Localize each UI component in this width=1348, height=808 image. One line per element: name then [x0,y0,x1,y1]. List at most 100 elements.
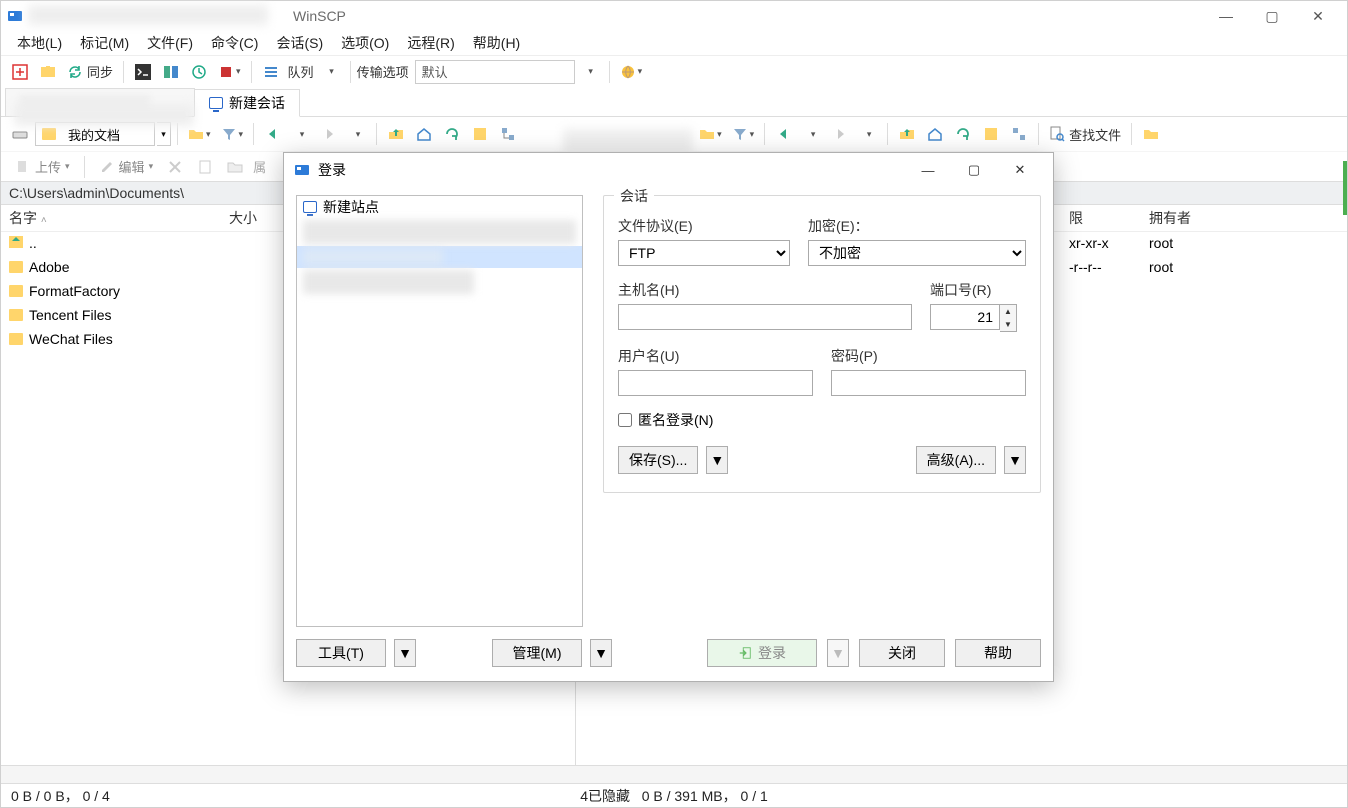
statusbar: 0 B / 0 B， 0 / 4 4已隐藏 0 B / 391 MB， 0 / … [1,783,1347,807]
queue-label[interactable]: 队列 [288,62,314,81]
new-site-item[interactable]: 新建站点 [297,196,582,218]
dialog-maximize[interactable]: ▢ [951,155,997,185]
remote-home-icon[interactable] [922,121,948,147]
login-button[interactable]: 登录 [707,639,817,667]
dialog-title: 登录 [318,160,346,180]
tools-dropdown[interactable]: ▼ [394,639,416,667]
site-item-redacted-2[interactable] [303,270,474,294]
remote-filter-icon[interactable] [728,121,759,147]
toolbar-queue-icon[interactable] [258,59,284,85]
host-input[interactable] [618,304,912,330]
remote-refresh-icon[interactable] [950,121,976,147]
login-icon [738,646,752,660]
col-name[interactable]: 名字 ˄ [1,205,221,231]
minimize-button[interactable]: — [1203,1,1249,31]
local-fwd-dd[interactable] [344,121,370,147]
remote-bookmark-icon[interactable] [978,121,1004,147]
toolbar-icon-1[interactable] [7,59,33,85]
queue-dropdown[interactable] [318,59,344,85]
user-input[interactable] [618,370,813,396]
local-forward-icon[interactable] [316,121,342,147]
pass-input[interactable] [831,370,1026,396]
remote-back-dd[interactable] [799,121,825,147]
menu-session[interactable]: 会话(S) [270,31,329,55]
tools-button[interactable]: 工具(T) [296,639,386,667]
delete-button[interactable] [163,157,187,177]
file-protocol-select[interactable]: FTP [618,240,790,266]
green-indicator [1343,161,1347,215]
dialog-footer: 工具(T) ▼ 管理(M) ▼ 登录 ▼ 关闭 帮助 [284,639,1053,681]
rcol-perm[interactable]: 限 [1061,205,1141,231]
remote-forward-icon[interactable] [827,121,853,147]
menubar: 本地(L) 标记(M) 文件(F) 命令(C) 会话(S) 选项(O) 远程(R… [1,31,1347,55]
remote-open-icon[interactable] [695,121,726,147]
encryption-select[interactable]: 不加密 [808,240,1026,266]
dialog-close[interactable]: ✕ [997,155,1043,185]
sync-button[interactable]: 同步 [63,59,117,85]
toolbar-icon-2[interactable] [35,59,61,85]
close-button[interactable]: ✕ [1295,1,1341,31]
local-tree-icon[interactable] [495,121,521,147]
rcol-owner[interactable]: 拥有者 [1141,205,1347,231]
props-button[interactable] [193,157,217,177]
login-dropdown[interactable]: ▼ [827,639,849,667]
remote-fwd-dd[interactable] [855,121,881,147]
toolbar-terminal-icon[interactable] [130,59,156,85]
save-dropdown[interactable]: ▼ [706,446,728,474]
remote-tree-icon[interactable] [1006,121,1032,147]
find-files-button[interactable]: 查找文件 [1045,121,1125,147]
remote-up-icon[interactable] [894,121,920,147]
newdir-button[interactable] [223,157,247,177]
edit-button[interactable]: 编辑 ▾ [95,155,158,178]
save-button[interactable]: 保存(S)... [618,446,698,474]
menu-mark[interactable]: 标记(M) [74,31,135,55]
site-list[interactable]: 新建站点 [296,195,583,627]
toolbar-sync2-icon[interactable] [186,59,212,85]
local-bookmark-icon[interactable] [467,121,493,147]
local-up-icon[interactable] [383,121,409,147]
port-down[interactable]: ▼ [1000,318,1016,331]
horizontal-scrollbar[interactable] [1,765,1347,783]
app-icon [7,8,23,24]
menu-files[interactable]: 文件(F) [141,31,199,55]
port-input[interactable] [930,304,1000,330]
transfer-options-dropdown[interactable] [577,59,603,85]
host-label: 主机名(H) [618,280,912,300]
local-filter-icon[interactable] [217,121,248,147]
dialog-close-button[interactable]: 关闭 [859,639,945,667]
local-home-icon[interactable] [411,121,437,147]
remote-back-icon[interactable] [771,121,797,147]
login-dialog: 登录 — ▢ ✕ 新建站点 会话 文件协议(E) [283,152,1054,682]
port-spinner[interactable]: ▲▼ [930,304,1026,332]
site-item-redacted[interactable] [303,220,576,244]
menu-remote[interactable]: 远程(R) [401,31,460,55]
maximize-button[interactable]: ▢ [1249,1,1295,31]
menu-local[interactable]: 本地(L) [11,31,68,55]
advanced-button[interactable]: 高级(A)... [916,446,996,474]
local-back-icon[interactable] [260,121,286,147]
upload-button[interactable]: 上传 ▾ [11,155,74,178]
anonymous-checkbox[interactable]: 匿名登录(N) [618,410,1026,430]
site-item-selected[interactable] [297,246,582,268]
session-panel: 会话 文件协议(E) FTP 加密(E)： 不加密 [603,195,1041,627]
local-refresh-icon[interactable] [439,121,465,147]
manage-dropdown[interactable]: ▼ [590,639,612,667]
manage-button[interactable]: 管理(M) [492,639,582,667]
toolbar-globe-icon[interactable] [616,59,647,85]
remote-newfolder-icon[interactable] [1138,121,1164,147]
dialog-minimize[interactable]: — [905,155,951,185]
session-tabs: 新建会话 [1,87,1347,117]
menu-commands[interactable]: 命令(C) [205,31,264,55]
transfer-options-combo[interactable]: 默认 [415,60,575,84]
toolbar-compare-icon[interactable] [158,59,184,85]
menu-options[interactable]: 选项(O) [335,31,395,55]
dialog-icon [294,162,310,178]
port-up[interactable]: ▲ [1000,305,1016,318]
advanced-dropdown[interactable]: ▼ [1004,446,1026,474]
toolbar-stop-icon[interactable] [214,59,245,85]
dialog-help-button[interactable]: 帮助 [955,639,1041,667]
tab-new-session[interactable]: 新建会话 [194,89,300,117]
pass-label: 密码(P) [831,346,1026,366]
local-back-dd[interactable] [288,121,314,147]
menu-help[interactable]: 帮助(H) [467,31,526,55]
